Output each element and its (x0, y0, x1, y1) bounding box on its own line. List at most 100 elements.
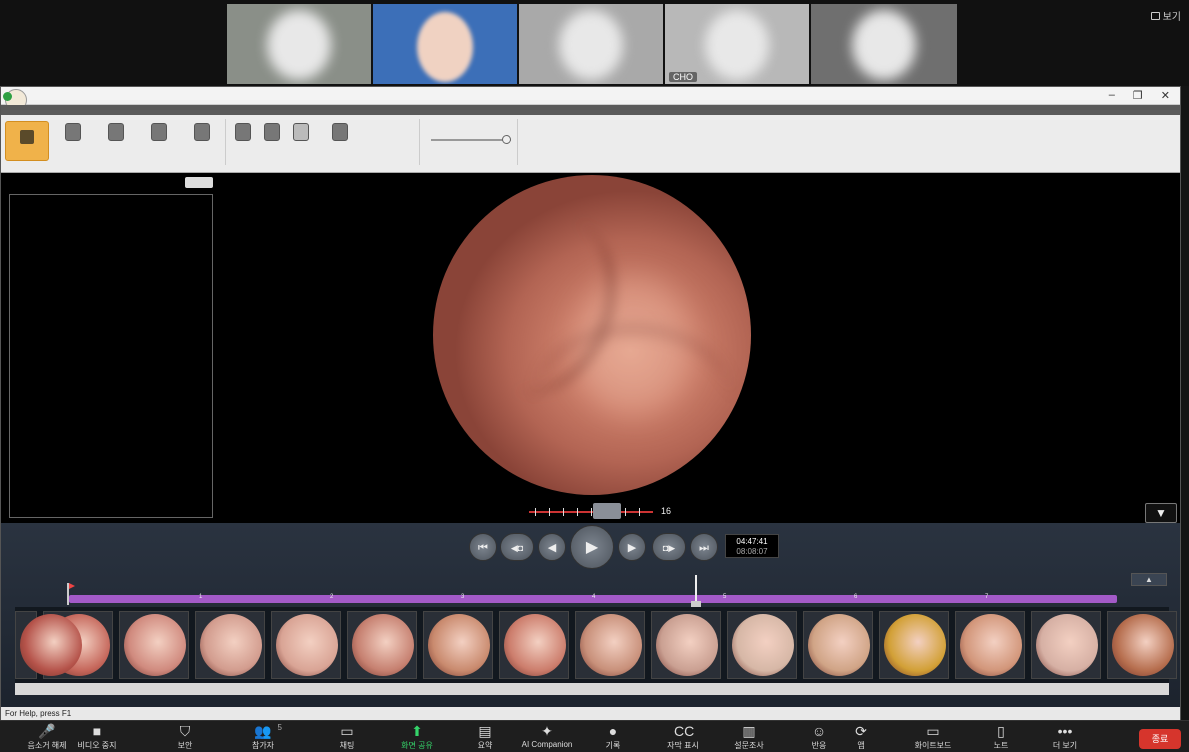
toolbar-보안-button[interactable]: ⛉ 보안 (150, 723, 220, 752)
prev-button[interactable]: ◀ (538, 533, 566, 561)
thumbnail[interactable] (195, 611, 265, 679)
toolbar-icon: ⬆ (411, 723, 423, 739)
toolbar-label: 요약 (477, 741, 493, 750)
app-ribbon (1, 115, 1180, 173)
thumbnail[interactable] (575, 611, 645, 679)
minimize-icon[interactable]: – (1109, 89, 1115, 102)
thumbnail[interactable] (271, 611, 341, 679)
toolbar-참가자-button[interactable]: 👥 참가자 5 (228, 723, 298, 752)
participant-name: CHO (669, 72, 697, 82)
end-meeting-button[interactable]: 종료 (1139, 729, 1181, 749)
participant-tile[interactable] (811, 4, 957, 84)
participant-tile[interactable]: CHO (665, 4, 809, 84)
toolbar-icon: ● (608, 723, 618, 739)
thumbnail[interactable] (1031, 611, 1101, 679)
speed-slider[interactable]: 16 (529, 503, 671, 520)
play-button[interactable]: ▶ (570, 525, 614, 569)
thumbnail[interactable] (15, 611, 82, 679)
zoom-toolbar: 종료 🎤 음소거 해제 ■ 비디오 중지 ⛉ 보안 👥 참가자 5 ▭ 채팅 ⬆ 화면 공유 ▤ 요약 ✦ AI… (0, 720, 1189, 752)
toolbar-label: 설문조사 (734, 741, 764, 750)
thumbnail[interactable] (651, 611, 721, 679)
toolbar-요약-button[interactable]: ▤ 요약 (450, 723, 520, 752)
toolbar-label: 노트 (993, 741, 1009, 750)
check-icon (3, 92, 12, 101)
next-button[interactable]: ▶ (618, 533, 646, 561)
toolbar-설문조사-button[interactable]: ▥ 설문조사 (714, 723, 784, 752)
ribbon-divider (225, 119, 226, 165)
toolbar-label: 기록 (605, 741, 621, 750)
thumbnail[interactable] (119, 611, 189, 679)
capture-next-button[interactable]: ◘▶ (652, 533, 686, 561)
participant-video (852, 10, 916, 80)
ribbon-slider[interactable] (431, 135, 511, 144)
left-panel-button[interactable] (185, 177, 213, 188)
first-frame-button[interactable]: ⏮ (469, 533, 497, 561)
close-icon[interactable]: ✕ (1161, 89, 1170, 102)
ribbon-button[interactable] (65, 123, 81, 141)
ribbon-button-active[interactable] (5, 121, 49, 161)
toolbar-label: 앱 (857, 741, 865, 750)
participant-tile[interactable] (373, 4, 517, 84)
thumbnail[interactable] (423, 611, 493, 679)
thumbnail-scrollbar[interactable] (15, 683, 1169, 695)
thumbnail[interactable] (879, 611, 949, 679)
thumbnail[interactable] (347, 611, 417, 679)
toolbar-ai-companion-button[interactable]: ✦ AI Companion (512, 723, 582, 752)
ribbon-divider (517, 119, 518, 165)
thumbnail[interactable] (1107, 611, 1177, 679)
last-frame-button[interactable]: ⏭ (690, 533, 718, 561)
thumbnail[interactable] (803, 611, 873, 679)
window-controls: – ❐ ✕ (1109, 89, 1170, 102)
toolbar-기록-button[interactable]: ● 기록 (578, 723, 648, 752)
toolbar-앱-button[interactable]: ⟳ 앱 (826, 723, 896, 752)
thumbnail[interactable] (727, 611, 797, 679)
ribbon-button[interactable] (108, 123, 124, 141)
timeline-bar[interactable]: 1 2 3 4 5 6 7 (69, 594, 1117, 603)
playhead[interactable] (691, 575, 701, 607)
toolbar-icon: ••• (1057, 723, 1073, 739)
participant-video (267, 10, 331, 80)
left-panel (9, 194, 213, 518)
capture-prev-button[interactable]: ◀◘ (500, 533, 534, 561)
zoom-meeting-window: CHO 보기 – ❐ ✕ 16 ▼ ⏮ ◀◘ ◀ ▶ ▶ ◘▶ ⏭ 04:47:… (0, 0, 1189, 752)
participant-count-badge: 5 (277, 723, 282, 732)
slider-knob[interactable] (502, 135, 511, 144)
toolbar-노트-button[interactable]: ▯ 노트 (966, 723, 1036, 752)
speed-slider-thumb[interactable] (593, 503, 621, 519)
toolbar-화이트보드-button[interactable]: ▭ 화이트보드 (898, 723, 968, 752)
expand-panel-button[interactable]: ▲ (1131, 573, 1167, 586)
toolbar-자막-표시-button[interactable]: CC 자막 표시 (648, 723, 718, 752)
toolbar-label: 화이트보드 (914, 741, 952, 750)
toolbar-icon: CC (674, 723, 695, 739)
toolbar-label: 더 보기 (1052, 741, 1078, 750)
ribbon-button[interactable] (332, 123, 348, 141)
thumbnail[interactable] (499, 611, 569, 679)
timeline-label: 4 (592, 594, 596, 600)
left-panel-header (7, 175, 217, 191)
toolbar-icon: ⛉ (179, 723, 191, 739)
ribbon-button[interactable] (293, 123, 309, 141)
thumbnail-strip (15, 607, 1177, 695)
participant-video (705, 10, 769, 80)
thumbnail[interactable] (955, 611, 1025, 679)
ribbon-button[interactable] (151, 123, 167, 141)
maximize-icon[interactable]: ❐ (1133, 89, 1143, 102)
participant-tile[interactable] (227, 4, 371, 84)
participant-video (417, 12, 473, 82)
app-titlebar: – ❐ ✕ (1, 87, 1180, 105)
toolbar-화면-공유-button[interactable]: ⬆ 화면 공유 (382, 723, 452, 752)
collapse-panel-button[interactable]: ▼ (1145, 503, 1177, 523)
ribbon-button[interactable] (235, 123, 251, 141)
toolbar-비디오-중지-button[interactable]: ■ 비디오 중지 (62, 723, 132, 752)
timeline-label: 5 (723, 594, 727, 600)
toolbar-더-보기-button[interactable]: ••• 더 보기 (1030, 723, 1100, 752)
participant-tile[interactable] (519, 4, 663, 84)
ribbon-button[interactable] (194, 123, 210, 141)
speed-value: 16 (661, 506, 672, 516)
toolbar-icon: ▭ (340, 723, 354, 739)
ribbon-button[interactable] (264, 123, 280, 141)
ribbon-divider (419, 119, 420, 165)
view-button[interactable]: 보기 (1150, 8, 1181, 23)
toolbar-icon: ■ (92, 723, 102, 739)
toolbar-채팅-button[interactable]: ▭ 채팅 (312, 723, 382, 752)
